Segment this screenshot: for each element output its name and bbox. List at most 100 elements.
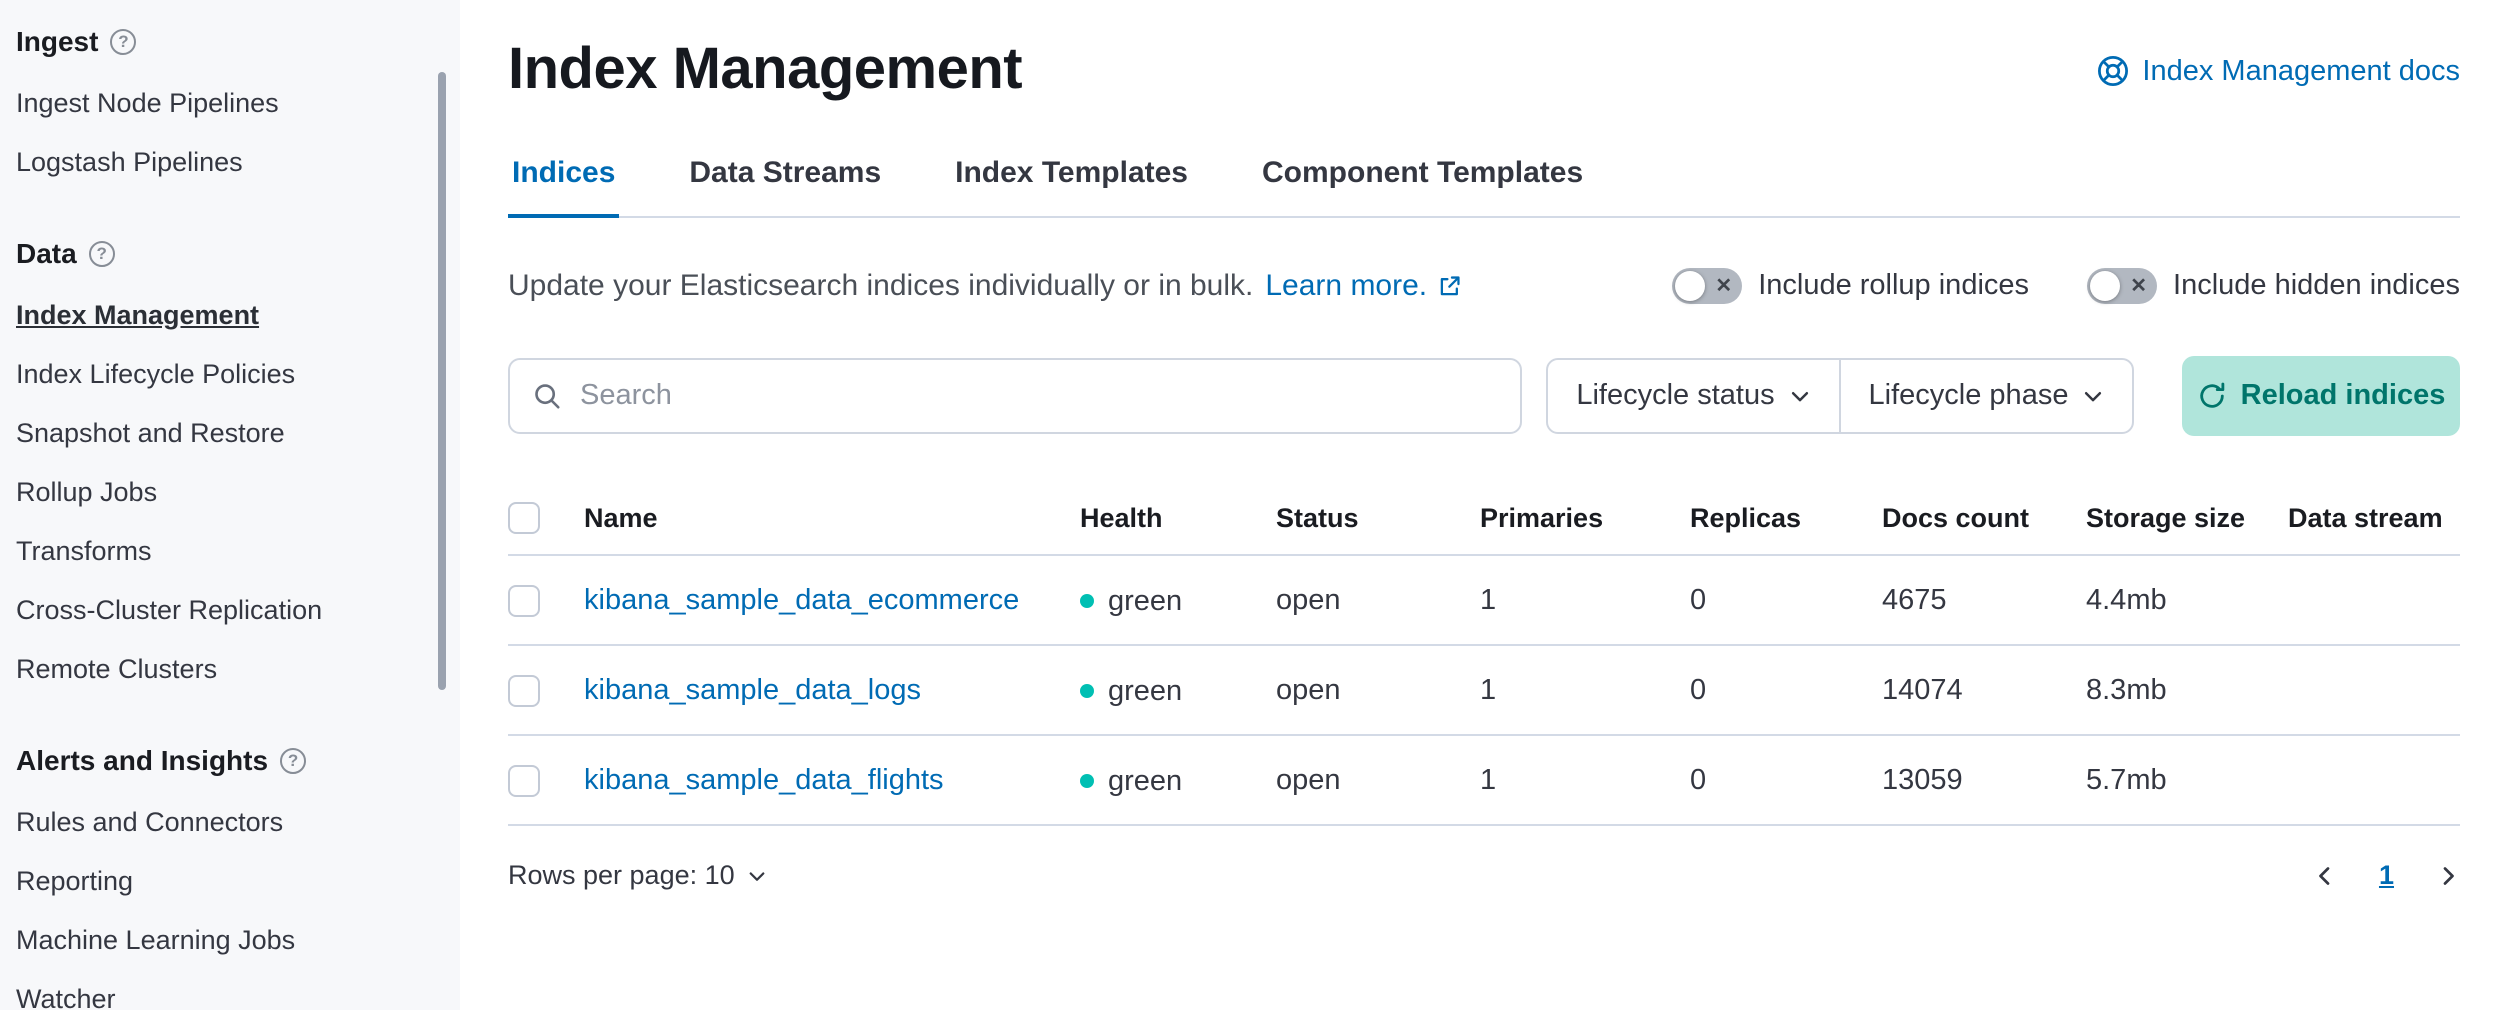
page-number[interactable]: 1 [2379, 860, 2394, 891]
column-header-storage-size[interactable]: Storage size [2086, 482, 2288, 556]
primaries-cell: 1 [1480, 735, 1690, 825]
index-name-link[interactable]: kibana_sample_data_flights [584, 764, 944, 796]
data-stream-cell [2288, 645, 2460, 735]
storage-size-cell: 8.3mb [2086, 645, 2288, 735]
sidebar-section-alerts: Alerts and Insights ? Rules and Connecto… [16, 745, 420, 1029]
learn-more-label: Learn more. [1265, 269, 1427, 303]
include-hidden-toggle[interactable]: ✕ [2087, 268, 2157, 304]
chevron-down-icon [2082, 385, 2104, 407]
sidebar-item-index-management[interactable]: Index Management [16, 286, 420, 345]
sidebar-item-rules-and-connectors[interactable]: Rules and Connectors [16, 793, 420, 852]
row-checkbox[interactable] [508, 585, 540, 617]
reload-indices-label: Reload indices [2241, 379, 2446, 412]
tab-index-templates[interactable]: Index Templates [951, 156, 1192, 218]
help-icon[interactable]: ? [89, 241, 115, 267]
filter-label: Lifecycle status [1576, 379, 1774, 412]
rows-per-page-button[interactable]: Rows per page: 10 [508, 860, 767, 891]
previous-page-button[interactable] [2313, 864, 2337, 888]
toggle-label: Include hidden indices [2173, 269, 2460, 302]
tab-data-streams[interactable]: Data Streams [685, 156, 885, 218]
sidebar-item-machine-learning-jobs[interactable]: Machine Learning Jobs [16, 911, 420, 970]
table-row: kibana_sample_data_flights green open 1 … [508, 735, 2460, 825]
controls-row: Lifecycle status Lifecycle phase Reload … [508, 356, 2460, 436]
column-header-replicas[interactable]: Replicas [1690, 482, 1882, 556]
search-input[interactable] [578, 378, 1498, 413]
replicas-cell: 0 [1690, 555, 1882, 645]
column-header-primaries[interactable]: Primaries [1480, 482, 1690, 556]
reload-indices-button[interactable]: Reload indices [2182, 356, 2460, 436]
sidebar-scrollbar[interactable] [438, 72, 446, 690]
storage-size-cell: 4.4mb [2086, 555, 2288, 645]
refresh-icon [2197, 381, 2227, 411]
select-all-cell [508, 482, 584, 556]
index-name-link[interactable]: kibana_sample_data_logs [584, 674, 921, 706]
health-dot-icon [1080, 774, 1094, 788]
health-dot-icon [1080, 684, 1094, 698]
row-checkbox[interactable] [508, 675, 540, 707]
column-header-status[interactable]: Status [1276, 482, 1480, 556]
select-all-checkbox[interactable] [508, 502, 540, 534]
checkbox-cell [508, 735, 584, 825]
pagination: 1 [2313, 860, 2460, 891]
health-label: green [1108, 765, 1182, 798]
chevron-left-icon [2313, 864, 2337, 888]
page-title: Index Management [508, 34, 1022, 104]
next-page-button[interactable] [2436, 864, 2460, 888]
column-header-docs-count[interactable]: Docs count [1882, 482, 2086, 556]
sidebar-heading-label: Data [16, 238, 77, 270]
primaries-cell: 1 [1480, 555, 1690, 645]
external-link-icon [1437, 273, 1463, 299]
page-header: Index Management Index Management docs [508, 34, 2460, 104]
row-checkbox[interactable] [508, 765, 540, 797]
health-label: green [1108, 585, 1182, 618]
help-icon[interactable]: ? [110, 29, 136, 55]
search-box [508, 358, 1522, 434]
docs-count-cell: 4675 [1882, 555, 2086, 645]
sidebar-item-snapshot-and-restore[interactable]: Snapshot and Restore [16, 404, 420, 463]
docs-link[interactable]: Index Management docs [2096, 54, 2460, 88]
column-header-name[interactable]: Name [584, 482, 1080, 556]
include-hidden-toggle-row: ✕ Include hidden indices [2087, 268, 2460, 304]
toggle-off-x-icon: ✕ [1715, 276, 1732, 296]
column-header-data-stream[interactable]: Data stream [2288, 482, 2460, 556]
column-header-health[interactable]: Health [1080, 482, 1276, 556]
help-buoy-icon [2096, 54, 2130, 88]
health-badge: green [1080, 585, 1182, 618]
help-icon[interactable]: ? [280, 748, 306, 774]
sidebar-item-logstash-pipelines[interactable]: Logstash Pipelines [16, 133, 420, 192]
learn-more-link[interactable]: Learn more. [1265, 269, 1463, 303]
tab-bar: Indices Data Streams Index Templates Com… [508, 156, 2460, 218]
tab-indices[interactable]: Indices [508, 156, 619, 218]
index-name-link[interactable]: kibana_sample_data_ecommerce [584, 584, 1019, 616]
sidebar-heading-label: Alerts and Insights [16, 745, 268, 777]
sidebar-item-watcher[interactable]: Watcher [16, 970, 420, 1029]
sidebar-item-ingest-node-pipelines[interactable]: Ingest Node Pipelines [16, 74, 420, 133]
tab-component-templates[interactable]: Component Templates [1258, 156, 1587, 218]
sidebar-section-data: Data ? Index Management Index Lifecycle … [16, 238, 420, 699]
management-sidebar: Ingest ? Ingest Node Pipelines Logstash … [0, 0, 460, 1010]
lifecycle-status-filter[interactable]: Lifecycle status [1548, 360, 1839, 432]
data-stream-cell [2288, 555, 2460, 645]
indices-table: Name Health Status Primaries Replicas Do… [508, 482, 2460, 827]
sidebar-item-cross-cluster-replication[interactable]: Cross-Cluster Replication [16, 581, 420, 640]
sidebar-section-ingest: Ingest ? Ingest Node Pipelines Logstash … [16, 26, 420, 192]
toggle-knob [1675, 271, 1705, 301]
sidebar-item-remote-clusters[interactable]: Remote Clusters [16, 640, 420, 699]
table-row: kibana_sample_data_logs green open 1 0 1… [508, 645, 2460, 735]
replicas-cell: 0 [1690, 735, 1882, 825]
sidebar-heading-ingest: Ingest ? [16, 26, 420, 58]
filter-label: Lifecycle phase [1869, 379, 2069, 412]
replicas-cell: 0 [1690, 645, 1882, 735]
status-cell: open [1276, 555, 1480, 645]
sidebar-item-index-lifecycle-policies[interactable]: Index Lifecycle Policies [16, 345, 420, 404]
health-badge: green [1080, 675, 1182, 708]
lifecycle-phase-filter[interactable]: Lifecycle phase [1839, 360, 2132, 432]
index-management-page: Index Management Index Management docs I… [460, 0, 2504, 1010]
lifecycle-filter-group: Lifecycle status Lifecycle phase [1546, 358, 2134, 434]
toggle-label: Include rollup indices [1758, 269, 2029, 302]
sidebar-item-reporting[interactable]: Reporting [16, 852, 420, 911]
sidebar-item-rollup-jobs[interactable]: Rollup Jobs [16, 463, 420, 522]
include-rollup-toggle[interactable]: ✕ [1672, 268, 1742, 304]
search-icon [532, 381, 562, 411]
sidebar-item-transforms[interactable]: Transforms [16, 522, 420, 581]
